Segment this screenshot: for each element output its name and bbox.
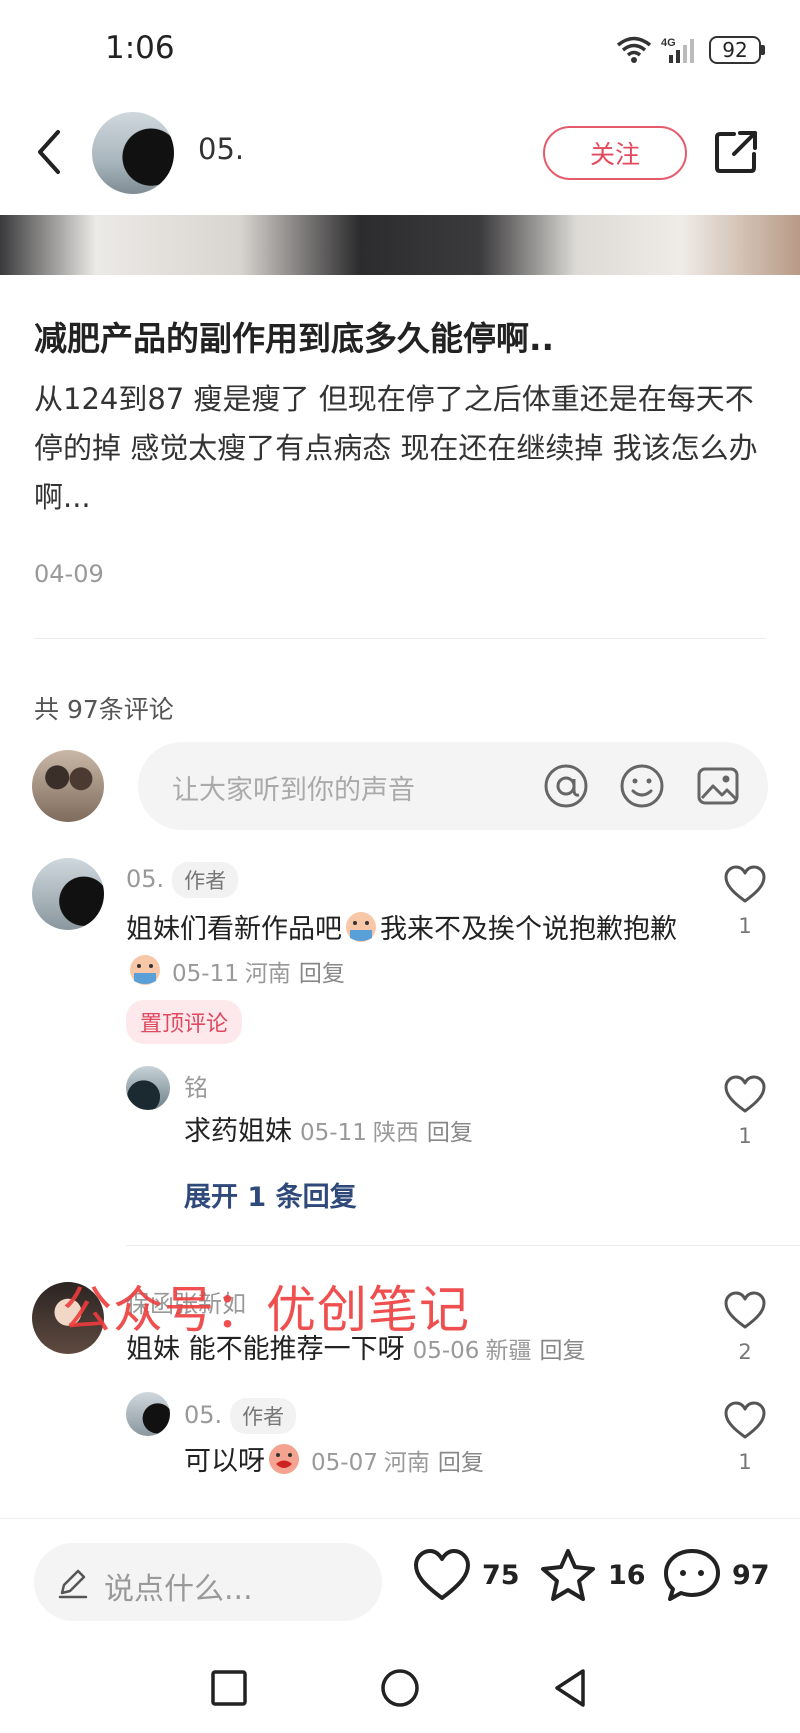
reply-text-content: 可以呀 — [184, 1446, 265, 1477]
signal-icon: 4G — [661, 37, 694, 63]
favorite-count: 16 — [608, 1559, 646, 1591]
post-date: 04-09 — [34, 560, 104, 588]
reply-like-button[interactable]: 1 — [715, 1400, 775, 1474]
reply-location: 河南 — [383, 1450, 430, 1476]
reply-location: 陕西 — [372, 1120, 419, 1146]
reply-avatar[interactable] — [126, 1392, 170, 1436]
battery-indicator: 92 — [709, 36, 765, 64]
at-icon[interactable] — [542, 762, 590, 810]
heart-icon — [724, 865, 766, 903]
share-icon[interactable] — [712, 128, 760, 176]
say-something-placeholder: 说点什么... — [104, 1572, 253, 1607]
comment-input[interactable]: 让大家听到你的声音 — [138, 742, 768, 830]
say-something-input[interactable]: 说点什么... — [34, 1543, 382, 1621]
crying-emoji-icon — [346, 912, 376, 942]
reply-button[interactable]: 回复 — [539, 1338, 585, 1364]
back-nav-icon[interactable] — [547, 1664, 595, 1712]
heart-icon — [724, 1075, 766, 1113]
system-navigation-bar — [0, 1642, 800, 1733]
comment-date: 05-11 — [172, 961, 239, 987]
reply-button[interactable]: 回复 — [299, 961, 345, 987]
status-time: 1:06 — [105, 30, 175, 66]
comment-author-name: 05. — [126, 865, 165, 893]
comment-meta: 05-11 河南 回复 — [172, 961, 345, 987]
pencil-icon — [58, 1569, 88, 1599]
author-name[interactable]: 05. — [198, 132, 244, 166]
crying-emoji-icon — [130, 955, 160, 985]
comment-text: 姐妹们看新作品吧 我来不及挨个说抱歉抱歉 05-11 河南 回复 — [126, 908, 686, 996]
reply-text: 可以呀 05-07 河南 回复 — [184, 1440, 684, 1485]
like-count: 2 — [738, 1340, 752, 1364]
home-icon[interactable] — [376, 1664, 424, 1712]
chat-icon — [664, 1549, 720, 1601]
expand-replies-link[interactable]: 展开 1 条回复 — [184, 1175, 357, 1214]
post-body: 从124到87 瘦是瘦了 但现在停了之后体重还是在每天不停的掉 感觉太瘦了有点病… — [34, 382, 758, 514]
image-icon[interactable] — [694, 762, 742, 810]
comment-text-part: 我来不及挨个说抱歉抱歉 — [380, 914, 677, 945]
post-image[interactable] — [0, 215, 800, 275]
recent-apps-icon[interactable] — [205, 1664, 253, 1712]
network-label: 4G — [661, 37, 676, 49]
like-post-button[interactable]: 75 — [412, 1547, 520, 1603]
comment-text: 姐妹 能不能推荐一下呀 05-06 新疆 回复 — [126, 1328, 696, 1373]
pinned-badge: 置顶评论 — [126, 1000, 243, 1044]
status-icons: 4G 92 — [615, 35, 765, 65]
reply-author-name[interactable]: 铭 — [184, 1068, 208, 1103]
wifi-icon — [616, 36, 652, 63]
comment-author-name[interactable]: 保函张新如 — [126, 1284, 246, 1319]
author-avatar[interactable] — [92, 112, 174, 194]
comment-location: 新疆 — [485, 1338, 532, 1364]
reply-text-content: 求药姐妹 — [184, 1116, 292, 1147]
reply-button[interactable]: 回复 — [438, 1450, 484, 1476]
reply-author[interactable]: 05. 作者 — [184, 1398, 297, 1434]
heart-icon — [414, 1549, 470, 1600]
like-count: 1 — [738, 1124, 752, 1148]
follow-button[interactable]: 关注 — [543, 126, 687, 180]
back-icon[interactable] — [28, 122, 68, 182]
comment-text-part: 姐妹们看新作品吧 — [126, 914, 342, 945]
comment-author[interactable]: 05. 作者 — [126, 862, 239, 898]
post-like-count: 75 — [482, 1559, 520, 1591]
smile-icon[interactable] — [618, 762, 666, 810]
post-title: 减肥产品的副作用到底多久能停啊.. — [34, 319, 555, 358]
crying-emoji-icon — [269, 1444, 299, 1474]
status-bar: 1:06 4G 92 — [0, 0, 800, 100]
comment-input-placeholder: 让大家听到你的声音 — [172, 775, 415, 806]
reply-date: 05-11 — [300, 1120, 367, 1146]
bottom-action-bar: 说点什么... 75 16 97 — [0, 1518, 800, 1642]
reply-text: 求药姐妹 05-11 陕西 回复 — [184, 1110, 684, 1155]
comment-text-part: 姐妹 能不能推荐一下呀 — [126, 1334, 405, 1365]
comment-date: 05-06 — [412, 1338, 480, 1364]
like-count: 1 — [738, 1450, 752, 1474]
comment-meta: 05-06 新疆 回复 — [413, 1338, 586, 1364]
reply-date: 05-07 — [311, 1450, 378, 1476]
favorite-button[interactable]: 16 — [538, 1547, 646, 1603]
comment-total: 97 — [732, 1559, 770, 1591]
like-count: 1 — [738, 914, 752, 938]
divider — [126, 1245, 800, 1246]
reply-author-name: 05. — [184, 1401, 223, 1429]
author-badge: 作者 — [172, 862, 239, 898]
comment-like-button[interactable]: 1 — [715, 864, 775, 938]
reply-meta: 05-07 河南 回复 — [311, 1450, 484, 1476]
comment-location: 河南 — [244, 961, 291, 987]
reply-meta: 05-11 陕西 回复 — [300, 1120, 473, 1146]
post-header: 05. 关注 — [0, 100, 800, 215]
star-icon — [541, 1549, 595, 1601]
battery-level: 92 — [709, 36, 761, 64]
comment-count: 共 97条评论 — [34, 695, 174, 724]
heart-icon — [724, 1401, 766, 1439]
reply-button[interactable]: 回复 — [427, 1120, 473, 1146]
my-avatar — [32, 750, 104, 822]
divider — [34, 638, 766, 639]
comment-avatar[interactable] — [32, 858, 104, 930]
comment-like-button[interactable]: 2 — [715, 1290, 775, 1364]
author-badge: 作者 — [230, 1398, 297, 1434]
comment-avatar[interactable] — [32, 1282, 104, 1354]
reply-avatar[interactable] — [126, 1066, 170, 1110]
reply-like-button[interactable]: 1 — [715, 1074, 775, 1148]
comment-button[interactable]: 97 — [662, 1547, 770, 1603]
heart-icon — [724, 1291, 766, 1329]
